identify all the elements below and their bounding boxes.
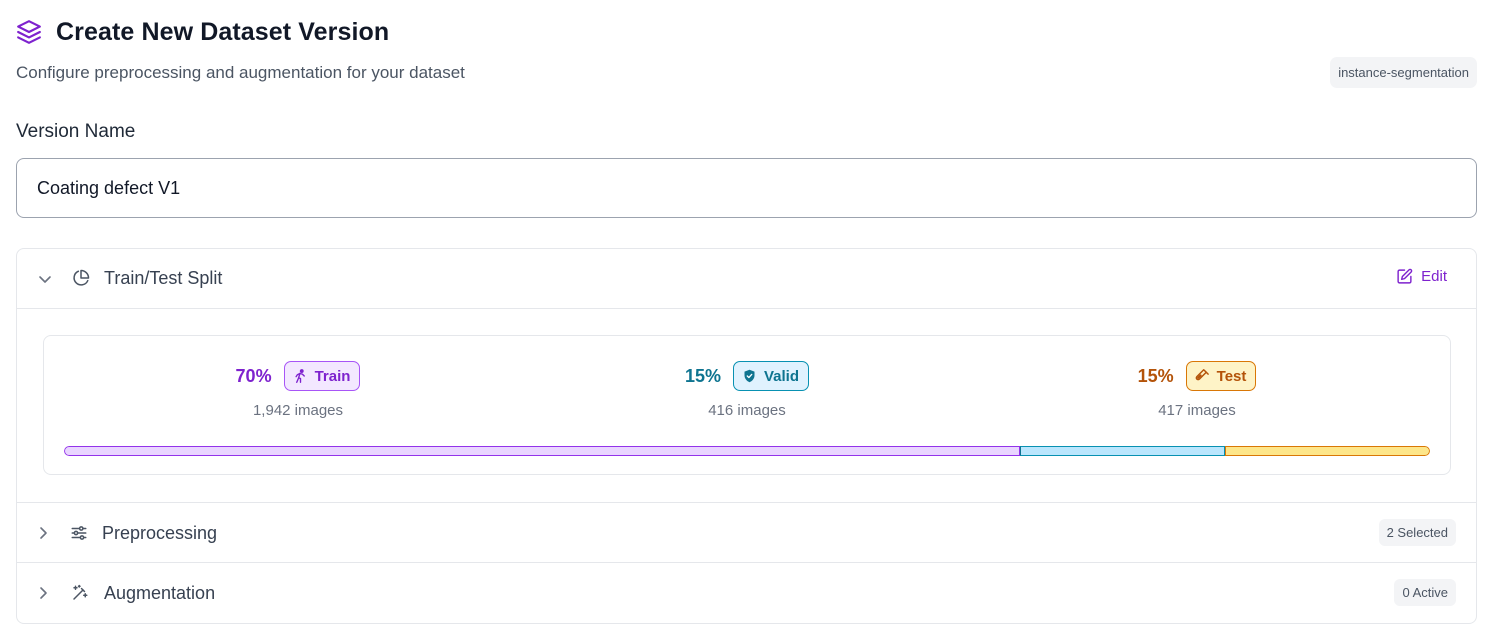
pie-chart-icon <box>72 269 90 287</box>
test-image-count: 417 images <box>1158 402 1236 419</box>
edit-label: Edit <box>1421 268 1447 285</box>
test-percent: 15% <box>1137 365 1174 386</box>
shield-check-icon <box>742 368 757 384</box>
valid-bar-segment <box>1020 446 1226 456</box>
layers-icon <box>16 19 42 45</box>
augmentation-count-badge: 0 Active <box>1394 579 1456 606</box>
split-section-header[interactable]: Train/Test Split Edit <box>17 249 1476 309</box>
augmentation-section-title: Augmentation <box>104 583 216 603</box>
valid-image-count: 416 images <box>708 402 786 419</box>
test-label: Test <box>1216 367 1247 385</box>
train-label: Train <box>314 367 351 385</box>
split-section-title: Train/Test Split <box>104 268 223 288</box>
test-chip: Test <box>1185 361 1257 391</box>
test-bar-segment <box>1225 446 1430 456</box>
split-summary-panel: 70% Train 1,942 images 15% Valid 416 ima… <box>43 335 1451 475</box>
chevron-right-icon[interactable] <box>35 585 51 601</box>
project-type-badge: instance-segmentation <box>1330 57 1477 88</box>
augmentation-section-header[interactable]: Augmentation 0 Active <box>17 563 1476 625</box>
edit-icon <box>1396 268 1413 285</box>
page-subtitle: Configure preprocessing and augmentation… <box>16 63 465 82</box>
page-title: Create New Dataset Version <box>56 17 390 46</box>
test-split: 15% Test 417 images <box>1047 361 1347 419</box>
train-split: 70% Train 1,942 images <box>148 361 448 419</box>
version-settings-accordion: Train/Test Split Edit 70% Train 1,942 im… <box>16 248 1477 624</box>
edit-split-button[interactable]: Edit <box>1396 268 1447 285</box>
test-tube-icon <box>1195 368 1210 384</box>
running-person-icon <box>293 368 308 384</box>
magic-wand-icon <box>71 584 89 602</box>
create-version-page: Create New Dataset Version Configure pre… <box>0 0 1496 638</box>
chevron-right-icon[interactable] <box>35 525 51 541</box>
sliders-icon <box>70 524 88 542</box>
preprocessing-section-header[interactable]: Preprocessing 2 Selected <box>17 502 1476 563</box>
train-bar-segment <box>64 446 1021 456</box>
valid-label: Valid <box>764 367 800 385</box>
version-name-label: Version Name <box>16 121 136 142</box>
train-percent: 70% <box>235 365 272 386</box>
split-progress-bar <box>64 446 1430 456</box>
version-name-input[interactable] <box>16 158 1477 218</box>
train-chip: Train <box>283 361 361 391</box>
preprocessing-count-badge: 2 Selected <box>1378 519 1456 546</box>
valid-percent: 15% <box>684 365 721 386</box>
chevron-down-icon[interactable] <box>37 271 53 287</box>
page-header: Create New Dataset Version <box>16 16 389 48</box>
train-image-count: 1,942 images <box>252 402 344 419</box>
valid-chip: Valid <box>733 361 810 391</box>
valid-split: 15% Valid 416 images <box>597 361 897 419</box>
preprocessing-section-title: Preprocessing <box>102 523 218 543</box>
